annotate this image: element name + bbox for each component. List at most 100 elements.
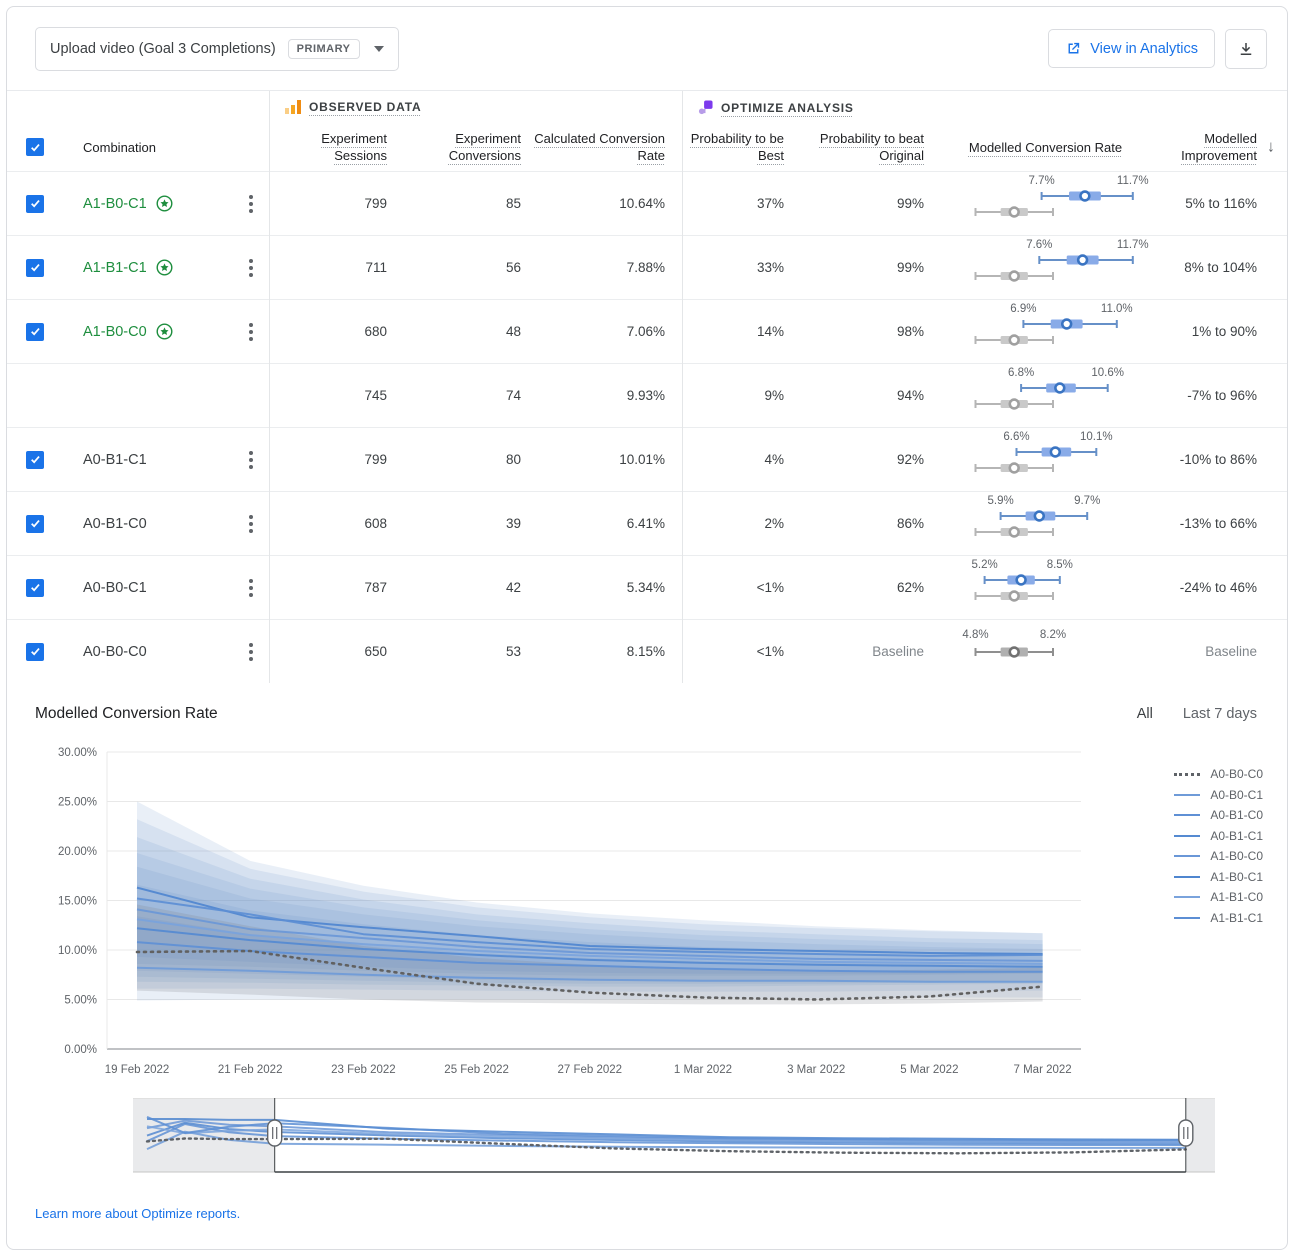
column-header-rate[interactable]: Calculated Conversion Rate [521,130,669,164]
row-menu-button[interactable] [233,447,269,473]
column-header-row: Combination Experiment Sessions Experime… [7,123,1287,171]
modelled-rate-cell: 7.7% 11.7% [924,173,1167,234]
conversion-rate-value: 10.64% [619,196,665,211]
modelled-improvement-value: -7% to 96% [1187,388,1257,403]
conversions-value: 56 [505,260,521,275]
line-swatch [1174,834,1201,837]
conversions-value: 42 [505,580,521,595]
sessions-value: 711 [365,260,387,275]
combination-label: A1-B0-C1 [63,194,233,213]
column-header-sessions[interactable]: Experiment Sessions [269,130,387,164]
column-header-modelled-improvement[interactable]: Modelled Improvement ↓ [1167,130,1287,164]
modelled-improvement-value: Baseline [1205,644,1257,659]
probability-beat-value: Baseline [872,644,924,659]
row-menu-button[interactable] [233,255,269,281]
line-swatch [1174,793,1201,796]
row-checkbox[interactable] [26,514,44,533]
modelled-improvement-value: 8% to 104% [1184,260,1257,275]
table-divider [682,91,683,683]
legend-label: A1-B1-C1 [1210,910,1263,925]
probability-beat-value: 94% [896,388,924,403]
group-header-row: OBSERVED DATA OPTIMIZE ANALYSIS [7,91,1287,123]
modelled-rate-cell: 5.9% 9.7% [924,493,1167,554]
probability-best-value: <1% [756,580,784,595]
modelled-improvement-value: 5% to 116% [1185,196,1257,211]
modelled-rate-cell: 6.9% 11.0% [924,301,1167,362]
legend-item[interactable]: A1-B0-C1 [1174,870,1263,884]
conversion-rate-value: 6.41% [626,516,665,531]
select-all-cell [7,138,63,156]
column-header-prob-beat[interactable]: Probability to beat Original [784,130,924,164]
leader-star-icon [156,195,173,212]
svg-text:27 Feb 2022: 27 Feb 2022 [558,1064,623,1076]
svg-text:23 Feb 2022: 23 Feb 2022 [331,1064,396,1076]
download-button[interactable] [1225,28,1267,69]
svg-text:9.7%: 9.7% [1074,495,1100,507]
learn-more-link[interactable]: Learn more about Optimize reports. [35,1206,240,1221]
timeline-brush[interactable] [133,1098,1287,1181]
svg-text:25 Feb 2022: 25 Feb 2022 [444,1064,509,1076]
row-checkbox[interactable] [26,642,44,661]
modelled-rate-cell: 4.8% 8.2% [924,621,1167,682]
svg-text:5 Mar 2022: 5 Mar 2022 [900,1064,958,1076]
check-icon [30,327,40,336]
check-icon [30,583,40,592]
line-swatch [1174,855,1201,857]
chart-legend: A0-B0-C0 A0-B0-C1 A0-B1-C0 A0-B1-C1 A1-B0-C0… [1174,767,1263,925]
range-last-7-days-button[interactable]: Last 7 days [1183,706,1257,722]
sessions-value: 787 [364,580,387,595]
svg-text:20.00%: 20.00% [58,846,97,858]
sessions-value: 799 [364,196,387,211]
view-in-analytics-button[interactable]: View in Analytics [1048,29,1215,68]
legend-item[interactable]: A1-B1-C0 [1174,890,1263,904]
legend-item[interactable]: A0-B0-C0 [1174,767,1263,781]
probability-beat-value: 86% [896,516,924,531]
row-menu-button[interactable] [233,511,269,537]
check-icon [30,263,40,272]
brush-handle[interactable] [1178,1119,1194,1147]
legend-item[interactable]: A0-B1-C0 [1174,808,1263,822]
row-checkbox[interactable] [26,450,44,469]
svg-text:8.5%: 8.5% [1047,559,1073,571]
row-menu-button[interactable] [233,319,269,345]
row-menu-button[interactable] [233,639,269,665]
goal-selector[interactable]: Upload video (Goal 3 Completions) PRIMAR… [35,26,399,71]
combination-label: A1-B1-C1 [63,258,233,277]
table-row: A1-B1-C1 711 56 7.88% 33% 99% 7.6% 11.7% 8% t… [7,235,1287,299]
row-checkbox[interactable] [26,578,44,597]
row-checkbox[interactable] [26,258,44,277]
legend-item[interactable]: A1-B1-C1 [1174,911,1263,925]
modelled-rate-boxplot: 6.8% 10.6% [974,367,1124,410]
probability-beat-value: 99% [896,196,924,211]
select-all-checkbox[interactable] [26,138,44,156]
range-all-button[interactable]: All [1137,706,1153,722]
probability-best-value: 9% [764,388,784,403]
conversion-rate-value: 7.06% [626,324,665,339]
column-header-conversions[interactable]: Experiment Conversions [387,130,521,164]
column-header-prob-best[interactable]: Probability to be Best [669,130,784,164]
brush-handle[interactable] [266,1119,283,1147]
row-checkbox[interactable] [26,322,44,341]
conversion-rate-value: 8.15% [626,644,665,659]
chevron-down-icon [373,45,384,52]
row-checkbox[interactable] [26,194,44,213]
legend-item[interactable]: A0-B0-C1 [1174,788,1263,802]
conversions-value: 80 [505,452,521,467]
column-header-modelled-rate[interactable]: Modelled Conversion Rate [924,139,1167,156]
svg-text:8.2%: 8.2% [1040,629,1066,641]
line-swatch [1174,896,1201,898]
row-menu-button[interactable] [233,191,269,217]
combination-label: A0-B0-C0 [83,643,147,660]
dotted-line-swatch [1174,772,1201,776]
row-menu-button[interactable] [233,575,269,601]
probability-best-value: 37% [756,196,784,211]
legend-item[interactable]: A1-B0-C0 [1174,849,1263,863]
conversion-rate-value: 7.88% [626,260,665,275]
legend-item[interactable]: A0-B1-C1 [1174,829,1263,843]
primary-badge: PRIMARY [287,38,360,59]
leader-star-icon [156,323,173,340]
probability-best-value: 2% [764,516,784,531]
svg-text:19 Feb 2022: 19 Feb 2022 [105,1064,170,1076]
observed-data-group-header: OBSERVED DATA [285,100,421,114]
svg-text:5.00%: 5.00% [64,995,97,1007]
